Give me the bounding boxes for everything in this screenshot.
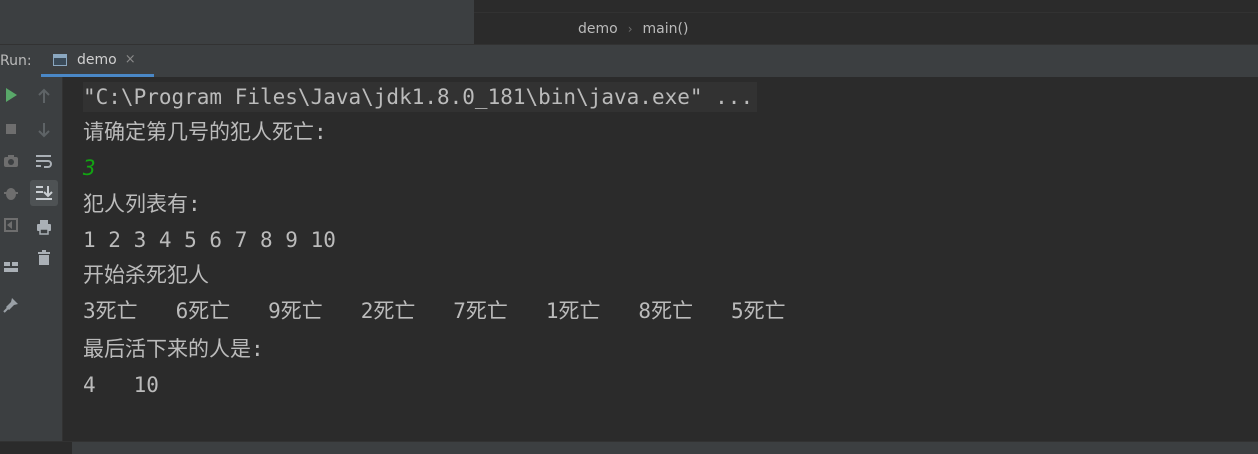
console-line-command: "C:\Program Files\Java\jdk1.8.0_181\bin\… [83, 82, 758, 112]
breadcrumb-method[interactable]: main() [643, 21, 689, 37]
rerun-icon[interactable] [0, 83, 22, 107]
run-tab-label: demo [77, 51, 117, 68]
run-toolbar-secondary [24, 77, 63, 441]
console-line: 3死亡 6死亡 9死亡 2死亡 7死亡 1死亡 8死亡 5死亡 [83, 299, 786, 323]
console-line: 4 10 [83, 373, 159, 397]
console-line: 1 2 3 4 5 6 7 8 9 10 [83, 228, 336, 252]
pin-icon[interactable] [0, 293, 22, 317]
close-icon[interactable]: × [125, 52, 136, 67]
run-toolbar-primary [0, 77, 24, 441]
status-bar [0, 441, 1258, 454]
console-user-input: 3 [83, 156, 96, 180]
layout-icon[interactable] [0, 255, 22, 279]
run-panel-header: Run: demo × [0, 44, 1258, 77]
soft-wrap-icon[interactable] [31, 148, 57, 174]
console-icon [53, 53, 67, 66]
console-line: 犯人列表有: [83, 192, 201, 216]
run-label: Run: [0, 53, 32, 69]
console-line: 请确定第几号的犯人死亡: [83, 120, 327, 144]
camera-icon[interactable] [0, 149, 22, 173]
arrow-down-icon[interactable] [31, 117, 57, 143]
trash-icon[interactable] [31, 245, 57, 271]
scroll-to-end-icon[interactable] [30, 180, 58, 206]
breadcrumb: demo › main() [474, 12, 1258, 44]
console-output[interactable]: "C:\Program Files\Java\jdk1.8.0_181\bin\… [63, 77, 1258, 441]
exit-icon[interactable] [0, 213, 22, 237]
run-tab-demo[interactable]: demo × [41, 45, 154, 77]
breadcrumb-file[interactable]: demo [578, 21, 618, 37]
print-icon[interactable] [31, 214, 57, 240]
console-line: 开始杀死犯人 [83, 263, 209, 287]
debug-icon[interactable] [0, 181, 22, 205]
arrow-up-icon[interactable] [31, 83, 57, 109]
console-line: 最后活下来的人是: [83, 337, 264, 361]
chevron-right-icon: › [627, 21, 633, 36]
stop-icon[interactable] [0, 117, 22, 141]
editor-peek [474, 0, 1258, 12]
status-bar-segment [0, 442, 72, 454]
